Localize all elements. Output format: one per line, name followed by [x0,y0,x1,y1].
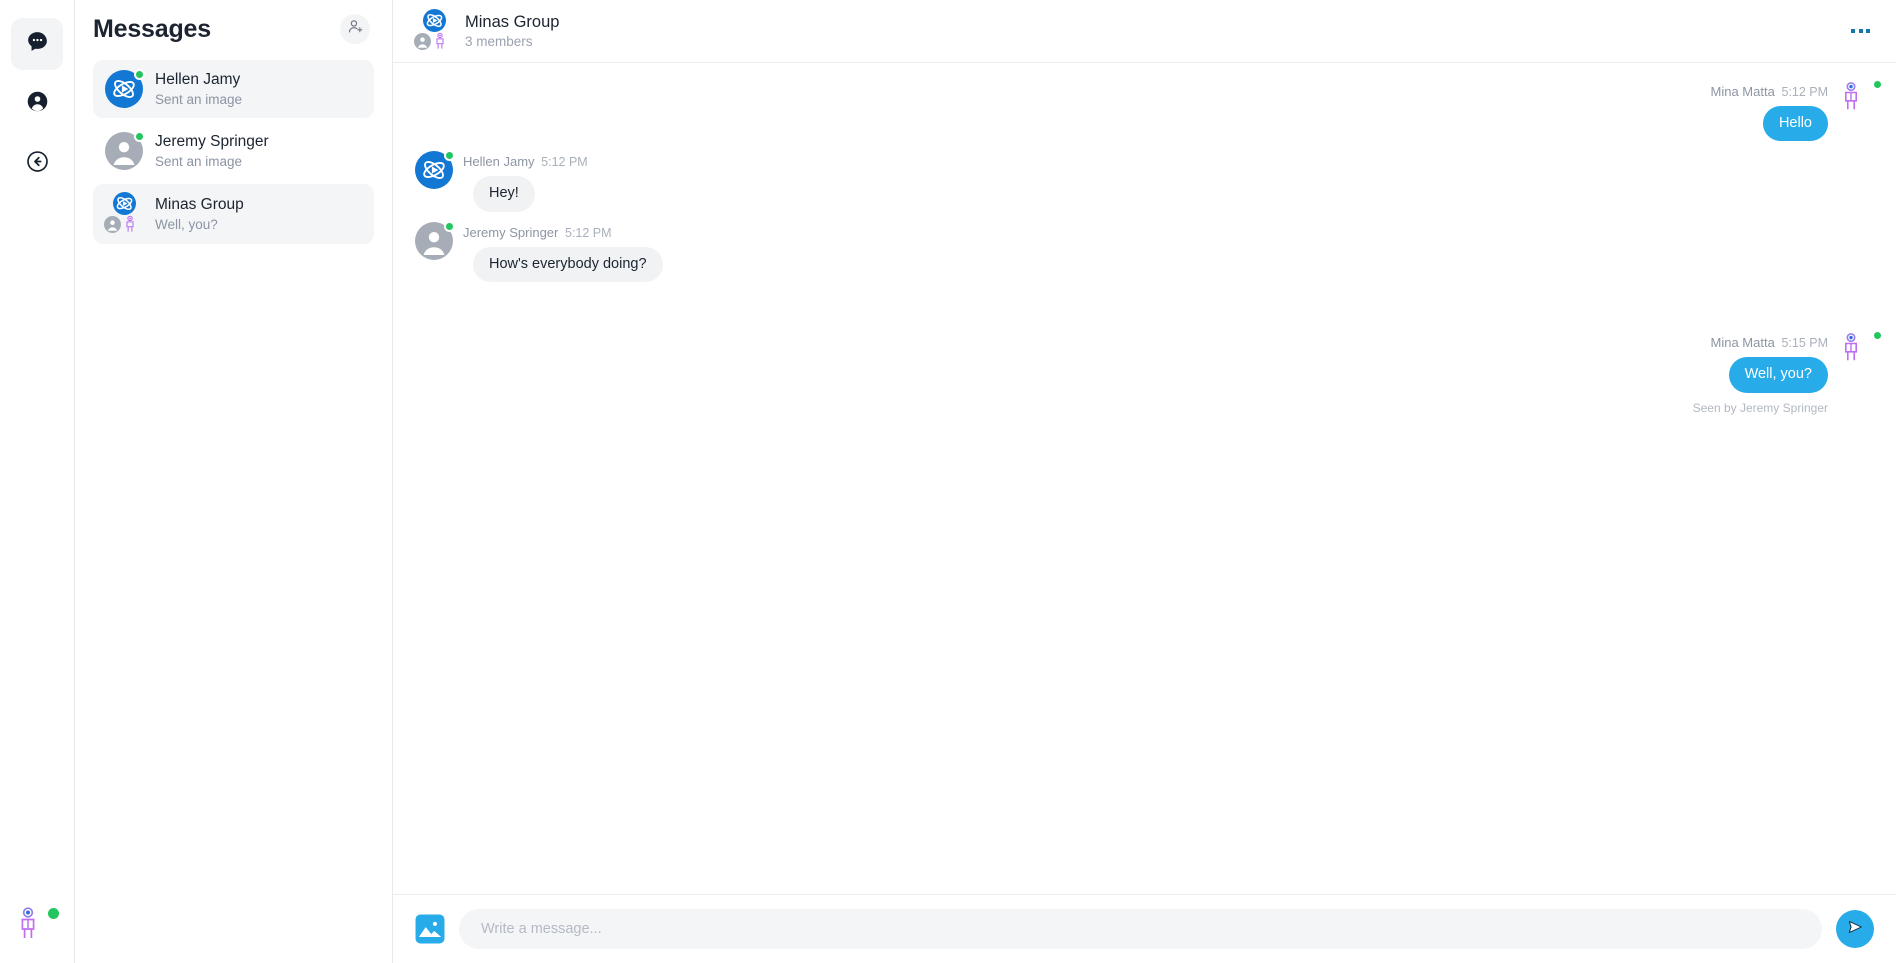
person-purple-icon [16,906,46,947]
conversation-name: Jeremy Springer [155,133,269,150]
message-thread[interactable]: Mina Matta 5:12 PM Hello Hellen Jamy 5:1… [393,63,1896,894]
group-avatar [104,192,143,234]
rail-item-chats[interactable] [11,18,63,70]
message-seen-status: Seen by Jeremy Springer [1692,400,1828,415]
status-dot-online [134,131,145,142]
conversation-name: Hellen Jamy [155,71,241,88]
status-dot-online [444,150,455,162]
message-time: 5:12 PM [1781,85,1828,99]
conversation-item-jeremy-springer[interactable]: Jeremy Springer Sent an image [93,122,374,180]
message-body: Mina Matta 5:12 PM Hello [1711,81,1829,142]
chat-member-count: 3 members [465,33,533,49]
conversation-preview: Well, you? [155,217,218,232]
message-composer [393,894,1896,963]
status-dot-online [1872,330,1883,342]
message-bubble-wrap: Hey! [463,176,535,212]
message-sender: Jeremy Springer [463,224,559,240]
status-dot-online [444,220,455,232]
list-header: Messages [75,0,392,54]
conversation-text: Jeremy Springer Sent an image [155,133,269,169]
avatar [415,220,455,260]
send-icon [1845,917,1865,942]
chat-header-text: Minas Group 3 members [465,12,559,50]
conversation-preview: Sent an image [155,92,243,107]
message-time: 5:12 PM [541,155,588,170]
message-time: 5:15 PM [1781,336,1828,351]
message-time: 5:12 PM [565,225,612,240]
conversation-list-panel: Messages Hellen Jamy Sent an image Jerem… [75,0,393,963]
message-row: Mina Matta 5:12 PM Hello [415,79,1883,142]
message-meta: Hellen Jamy 5:12 PM [463,154,588,169]
message-outgoing: Mina Matta 5:15 PM Well, you? Seen by Je… [1692,330,1883,415]
avatar [415,150,455,190]
message-bubble[interactable]: Well, you? [1728,357,1828,393]
more-options-button[interactable] [1847,21,1874,41]
message-meta: Mina Matta 5:15 PM [1711,335,1829,350]
status-dot-online [134,69,145,80]
message-row: Hellen Jamy 5:12 PM Hey! [415,150,1874,212]
conversation-preview: Sent an image [155,154,243,169]
person-purple-icon [1838,333,1864,368]
rail-item-profile[interactable] [11,78,63,130]
message-incoming: Jeremy Springer 5:12 PM How's everybody … [415,220,663,283]
chat-bubble-icon [25,29,50,59]
user-circle-icon [25,89,50,119]
messenger-app: Messages Hellen Jamy Sent an image Jerem… [0,0,1896,963]
chat-title: Minas Group [465,12,560,31]
person-purple-icon [123,215,137,239]
person-purple-icon [433,32,447,56]
message-row: Mina Matta 5:15 PM Well, you? Seen by Je… [415,330,1883,415]
conversation-text: Hellen Jamy Sent an image [155,71,242,107]
avatar [1838,79,1883,118]
message-bubble[interactable]: How's everybody doing? [473,246,663,283]
message-sender: Mina Matta [1710,84,1775,99]
person-purple-icon [1838,82,1864,117]
message-row: Jeremy Springer 5:12 PM How's everybody … [415,220,1874,283]
image-icon [415,914,445,948]
message-body: Hellen Jamy 5:12 PM Hey! [463,151,588,212]
add-person-button[interactable] [340,14,370,44]
conversation-item-minas-group[interactable]: Minas Group Well, you? [93,184,374,244]
message-bubble-wrap: How's everybody doing? [463,246,663,283]
person-gray-icon [414,33,431,55]
page-title: Messages [93,14,211,43]
message-incoming: Hellen Jamy 5:12 PM Hey! [415,150,588,212]
dots-horizontal-icon [1851,29,1870,33]
conversation-item-hellen-jamy[interactable]: Hellen Jamy Sent an image [93,60,374,118]
arrow-left-circle-icon [25,149,50,179]
status-dot-online [48,908,59,919]
message-meta: Mina Matta 5:12 PM [1711,84,1829,99]
attach-image-button[interactable] [415,914,445,944]
avatar [105,131,145,170]
avatar [1838,330,1883,369]
send-button[interactable] [1836,910,1874,948]
person-add-icon [347,18,364,40]
group-avatar [414,9,453,51]
message-input[interactable] [459,909,1822,949]
chat-panel: Minas Group 3 members Mina Matta 5:12 PM… [393,0,1896,963]
rail-current-user[interactable] [0,906,75,947]
avatar [105,69,145,108]
message-sender: Mina Matta [1710,335,1775,351]
conversation-list: Hellen Jamy Sent an image Jeremy Springe… [75,54,392,244]
rail-item-back[interactable] [11,138,63,190]
message-bubble[interactable]: Hello [1762,106,1828,142]
icon-rail [0,0,75,963]
message-sender: Hellen Jamy [463,154,535,170]
message-outgoing: Mina Matta 5:12 PM Hello [1711,79,1883,142]
message-meta: Jeremy Springer 5:12 PM [463,225,612,240]
message-body: Jeremy Springer 5:12 PM How's everybody … [463,222,663,283]
conversation-name: Minas Group [155,196,244,213]
message-body: Mina Matta 5:15 PM Well, you? Seen by Je… [1692,332,1829,415]
chat-header-identity: Minas Group 3 members [414,9,559,51]
chat-header: Minas Group 3 members [393,0,1896,63]
conversation-text: Minas Group Well, you? [155,196,244,232]
message-bubble[interactable]: Hey! [473,176,535,212]
status-dot-online [1872,79,1883,90]
person-gray-icon [104,216,121,238]
